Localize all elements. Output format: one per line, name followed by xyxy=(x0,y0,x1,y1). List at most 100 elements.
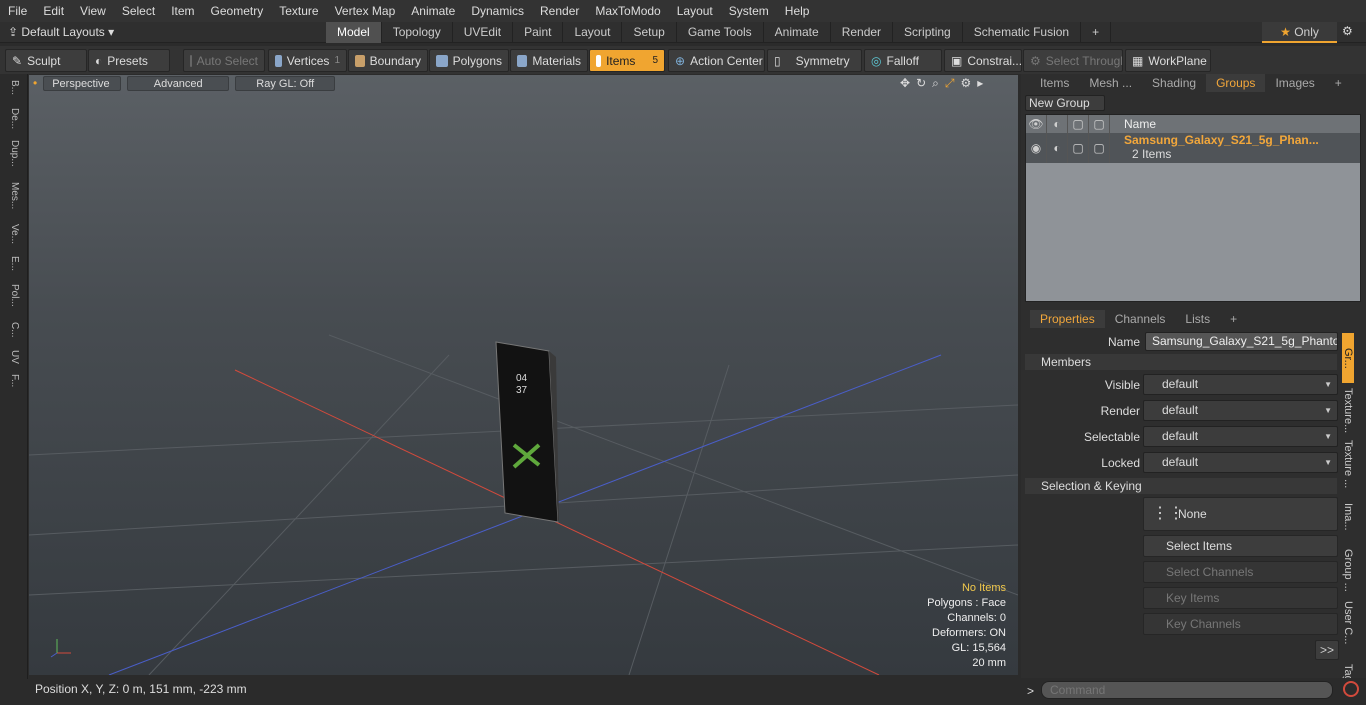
sculpt-button[interactable]: ✎ Sculpt xyxy=(5,49,87,72)
menu-edit[interactable]: Edit xyxy=(35,4,72,18)
tab-images[interactable]: Images xyxy=(1265,74,1324,92)
command-input[interactable] xyxy=(1041,681,1333,699)
menu-geometry[interactable]: Geometry xyxy=(203,4,272,18)
side-tab-group[interactable]: Gr... xyxy=(1342,333,1354,383)
tab-uvedit[interactable]: UVEdit xyxy=(453,22,514,43)
materials-button[interactable]: Materials xyxy=(510,49,588,72)
render-dropdown[interactable]: default xyxy=(1143,400,1338,421)
tab-lists[interactable]: Lists xyxy=(1175,310,1220,328)
eye-icon[interactable]: 👁 xyxy=(1026,115,1047,133)
menu-animate[interactable]: Animate xyxy=(403,4,463,18)
group-row[interactable]: ◉ ◐ ▢ ▢ Samsung_Galaxy_S21_5g_Phan... 2 Ite… xyxy=(1026,133,1360,163)
tab-animate[interactable]: Animate xyxy=(764,22,831,43)
layout-dropdown[interactable]: ⇪ Default Layouts ▾ xyxy=(8,25,114,39)
tab-shading[interactable]: Shading xyxy=(1142,74,1206,92)
items-button[interactable]: Items 5 xyxy=(589,49,665,72)
lock-icon[interactable]: ▢ xyxy=(1068,115,1089,133)
menu-view[interactable]: View xyxy=(72,4,114,18)
viewport-menu-icon[interactable]: • xyxy=(33,76,37,91)
constraints-button[interactable]: ▣ Constrai... xyxy=(944,49,1022,72)
members-section[interactable]: Members xyxy=(1025,354,1337,370)
menu-system[interactable]: System xyxy=(721,4,777,18)
key-items-button[interactable]: Key Items xyxy=(1143,587,1338,609)
move-icon[interactable]: ✥ xyxy=(900,76,910,91)
lock-toggle-icon[interactable]: ▢ xyxy=(1068,133,1089,163)
menu-layout[interactable]: Layout xyxy=(669,4,721,18)
viewport[interactable]: 04 37 No Items Polygons : Face Channels:… xyxy=(29,75,1018,675)
vertices-button[interactable]: Vertices 1 xyxy=(268,49,347,72)
tool-tab-9[interactable]: UV xyxy=(6,350,20,364)
render-icon[interactable]: ◐ xyxy=(1047,115,1068,133)
symmetry-button[interactable]: ▯ Symmetry xyxy=(767,49,862,72)
tab-paint[interactable]: Paint xyxy=(513,22,564,43)
falloff-button[interactable]: ◎ Falloff xyxy=(864,49,942,72)
tab-model[interactable]: Model xyxy=(326,22,382,43)
tab-render[interactable]: Render xyxy=(831,22,894,43)
zoom-icon[interactable]: ⌕ xyxy=(932,76,939,91)
select-channels-button[interactable]: Select Channels xyxy=(1143,561,1338,583)
tab-layout[interactable]: Layout xyxy=(563,22,623,43)
tool-tab-6[interactable]: E... xyxy=(6,256,20,271)
visible-dropdown[interactable]: default xyxy=(1143,374,1338,395)
tool-tab-3[interactable]: Dup... xyxy=(6,140,20,167)
tab-scripting[interactable]: Scripting xyxy=(893,22,963,43)
tool-tab-4[interactable]: Mes... xyxy=(6,182,20,209)
raygl-button[interactable]: Ray GL: Off xyxy=(235,76,336,91)
rotate-icon[interactable]: ↻ xyxy=(916,76,926,91)
visible-toggle-icon[interactable]: ◉ xyxy=(1026,133,1047,163)
side-tab-group-2[interactable]: Group ... xyxy=(1342,545,1354,595)
menu-select[interactable]: Select xyxy=(114,4,163,18)
menu-vertex-map[interactable]: Vertex Map xyxy=(327,4,404,18)
tool-tab-2[interactable]: De... xyxy=(6,108,20,129)
selectable-dropdown[interactable]: default xyxy=(1143,426,1338,447)
tab-setup[interactable]: Setup xyxy=(622,22,677,43)
tab-channels[interactable]: Channels xyxy=(1105,310,1176,328)
action-center-button[interactable]: ⊕ Action Center xyxy=(668,49,765,72)
presets-button[interactable]: ◐ Presets xyxy=(88,49,170,72)
name-field[interactable]: Samsung_Galaxy_S21_5g_Phantom_\ xyxy=(1145,332,1338,351)
new-group-button[interactable]: New Group xyxy=(1025,95,1105,111)
tab-groups[interactable]: Groups xyxy=(1206,74,1266,92)
perspective-button[interactable]: Perspective xyxy=(43,76,122,91)
tool-tab-1[interactable]: B... xyxy=(6,80,20,95)
menu-item[interactable]: Item xyxy=(163,4,202,18)
tab-mesh[interactable]: Mesh ... xyxy=(1079,74,1142,92)
tool-tab-5[interactable]: Ve... xyxy=(6,224,20,244)
menu-help[interactable]: Help xyxy=(777,4,818,18)
menu-dynamics[interactable]: Dynamics xyxy=(463,4,532,18)
menu-texture[interactable]: Texture xyxy=(271,4,326,18)
menu-maxtomodo[interactable]: MaxToModo xyxy=(587,4,668,18)
select-toggle-icon[interactable]: ▢ xyxy=(1089,133,1110,163)
gear-icon[interactable]: ⚙ xyxy=(1342,24,1353,38)
locked-dropdown[interactable]: default xyxy=(1143,452,1338,473)
side-tab-user-channels[interactable]: User C... xyxy=(1342,598,1354,648)
selection-keying-section[interactable]: Selection & Keying xyxy=(1025,478,1337,494)
side-tab-texture-1[interactable]: Texture... xyxy=(1342,386,1354,436)
more-button[interactable]: >> xyxy=(1315,640,1339,660)
menu-file[interactable]: File xyxy=(0,4,35,18)
select-items-button[interactable]: Select Items xyxy=(1143,535,1338,557)
menu-render[interactable]: Render xyxy=(532,4,587,18)
tool-tab-10[interactable]: F... xyxy=(6,374,20,387)
advanced-button[interactable]: Advanced xyxy=(127,76,230,91)
boundary-button[interactable]: Boundary xyxy=(348,49,428,72)
settings-icon[interactable]: ⚙ xyxy=(960,76,971,91)
key-channels-button[interactable]: Key Channels xyxy=(1143,613,1338,635)
tab-items[interactable]: Items xyxy=(1030,74,1079,92)
select-icon[interactable]: ▢ xyxy=(1089,115,1110,133)
select-through-button[interactable]: ⚙ Select Through xyxy=(1023,49,1123,72)
render-toggle-icon[interactable]: ◐ xyxy=(1047,133,1068,163)
auto-select-button[interactable]: Auto Select xyxy=(183,49,265,72)
side-tab-image[interactable]: Ima... xyxy=(1342,492,1354,542)
fit-icon[interactable]: ⤢ xyxy=(945,76,955,91)
polygons-button[interactable]: Polygons xyxy=(429,49,509,72)
add-props-tab-icon[interactable]: + xyxy=(1220,310,1247,328)
add-tab-icon[interactable]: + xyxy=(1081,22,1112,43)
workplane-button[interactable]: ▦ WorkPlane xyxy=(1125,49,1211,72)
tool-tab-8[interactable]: C... xyxy=(6,322,20,338)
record-icon[interactable] xyxy=(1343,681,1359,697)
none-button[interactable]: ⋮⋮ None xyxy=(1143,497,1338,531)
tab-topology[interactable]: Topology xyxy=(382,22,453,43)
expand-icon[interactable]: ▸ xyxy=(977,76,983,91)
tab-properties[interactable]: Properties xyxy=(1030,310,1105,328)
